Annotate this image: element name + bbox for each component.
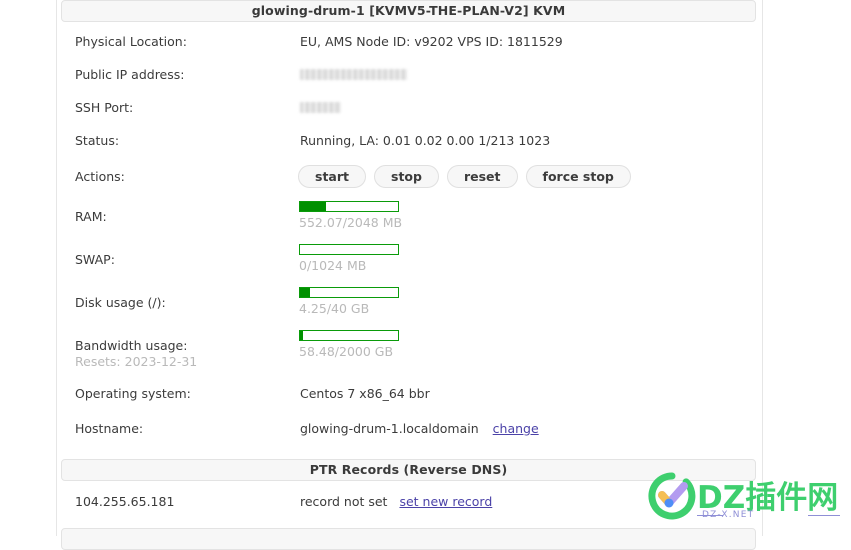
ram-usage-text: 552.07/2048 MB (299, 215, 403, 230)
page-right-rule (762, 0, 763, 536)
disk-meter-bar (299, 287, 399, 298)
label-public-ip: Public IP address: (75, 67, 185, 82)
ptr-records-header: PTR Records (Reverse DNS) (61, 459, 756, 481)
swap-meter-bar (299, 244, 399, 255)
next-panel-header (61, 528, 756, 550)
label-physical-location: Physical Location: (75, 34, 187, 49)
bandwidth-meter-bar (299, 330, 399, 341)
value-physical-location: EU, AMS Node ID: v9202 VPS ID: 1811529 (300, 34, 563, 49)
value-ssh-port-redacted (300, 102, 341, 113)
label-operating-system: Operating system: (75, 386, 191, 401)
ptr-records-header-text: PTR Records (Reverse DNS) (309, 462, 508, 477)
panel-content: glowing-drum-1 [KVMV5-THE-PLAN-V2] KVM P… (57, 0, 762, 550)
vps-control-panel-page: glowing-drum-1 [KVMV5-THE-PLAN-V2] KVM P… (0, 0, 851, 550)
ram-meter-fill (300, 202, 327, 211)
disk-usage-meter: 4.25/40 GB (299, 287, 399, 316)
label-actions: Actions: (75, 169, 125, 184)
bandwidth-meter-fill (300, 331, 303, 340)
label-status: Status: (75, 133, 120, 148)
swap-usage-meter: 0/1024 MB (299, 244, 399, 273)
value-status: Running, LA: 0.01 0.02 0.00 1/213 1023 (300, 133, 551, 148)
set-new-record-link[interactable]: set new record (399, 494, 492, 509)
disk-meter-fill (300, 288, 311, 297)
bandwidth-usage-meter: 58.48/2000 GB (299, 330, 399, 359)
change-hostname-link[interactable]: change (493, 421, 539, 436)
label-bandwidth-usage: Bandwidth usage: (75, 338, 188, 353)
bandwidth-usage-text: 58.48/2000 GB (299, 344, 394, 359)
ram-usage-meter: 552.07/2048 MB (299, 201, 402, 230)
action-button-group: start stop reset force stop (298, 165, 631, 188)
label-bandwidth-reset-date: Resets: 2023-12-31 (75, 354, 198, 369)
label-ram: RAM: (75, 209, 107, 224)
value-hostname: glowing-drum-1.localdomain (300, 421, 479, 436)
vps-panel-header: glowing-drum-1 [KVMV5-THE-PLAN-V2] KVM (61, 0, 756, 22)
ptr-record-ip: 104.255.65.181 (75, 494, 175, 509)
start-button[interactable]: start (298, 165, 366, 188)
stop-button[interactable]: stop (374, 165, 439, 188)
label-swap: SWAP: (75, 252, 115, 267)
label-disk-usage: Disk usage (/): (75, 295, 166, 310)
label-ssh-port: SSH Port: (75, 100, 134, 115)
label-hostname: Hostname: (75, 421, 144, 436)
value-operating-system: Centos 7 x86_64 bbr (300, 386, 430, 401)
value-public-ip-redacted (300, 69, 407, 80)
swap-usage-text: 0/1024 MB (299, 258, 367, 273)
ptr-record-status: record not set (300, 494, 388, 509)
value-hostname-wrapper: glowing-drum-1.localdomain change (300, 421, 539, 436)
watermark-rule-right (808, 515, 840, 516)
vps-panel-header-text: glowing-drum-1 [KVMV5-THE-PLAN-V2] KVM (251, 3, 566, 18)
reset-button[interactable]: reset (446, 165, 518, 188)
disk-usage-text: 4.25/40 GB (299, 301, 370, 316)
ptr-record-status-wrapper: record not set set new record (300, 494, 492, 509)
ram-meter-bar (299, 201, 399, 212)
force-stop-button[interactable]: force stop (525, 165, 631, 188)
